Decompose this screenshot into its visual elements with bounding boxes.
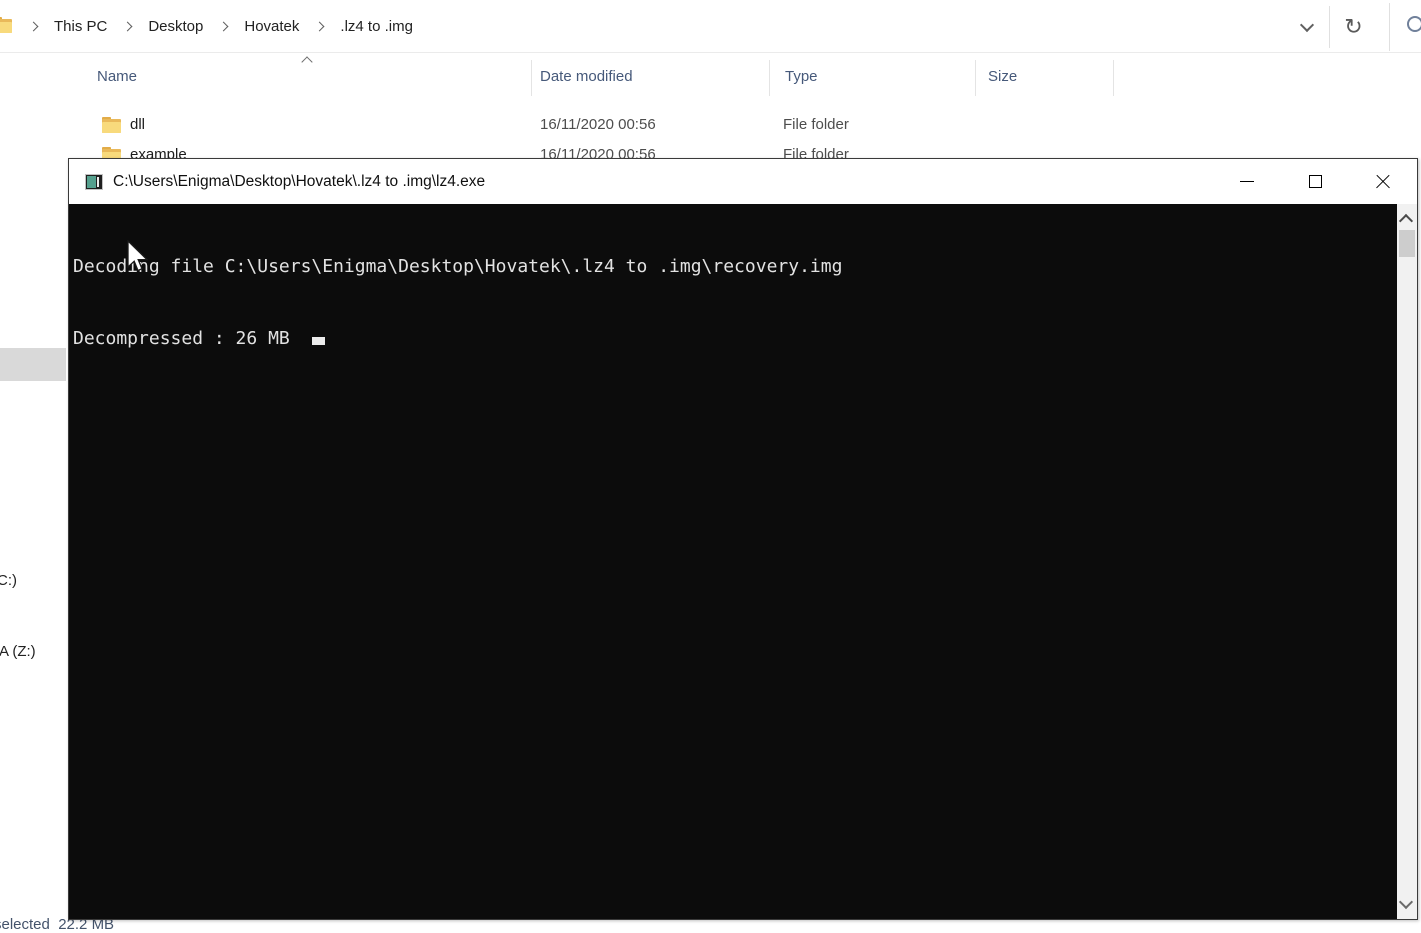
scrollbar-thumb[interactable]	[1399, 230, 1415, 257]
search-icon[interactable]	[1407, 16, 1421, 32]
breadcrumb-hovatek[interactable]: Hovatek	[244, 18, 299, 35]
console-icon	[85, 173, 103, 190]
console-scrollbar[interactable]	[1397, 204, 1417, 919]
address-dropdown-button[interactable]	[1285, 5, 1329, 49]
close-icon	[1375, 174, 1391, 190]
sort-ascending-icon	[301, 56, 313, 68]
column-header-type[interactable]: Type	[785, 68, 818, 85]
console-output-area: Decoding file C:\Users\Enigma\Desktop\Ho…	[69, 204, 1417, 919]
chevron-down-icon	[1299, 17, 1315, 32]
column-header-size[interactable]: Size	[988, 68, 1017, 85]
column-separator[interactable]	[531, 60, 532, 96]
breadcrumb: This PC Desktop Hovatek .lz4 to .img	[28, 0, 413, 52]
breadcrumb-this-pc[interactable]: This PC	[54, 18, 107, 35]
minimize-button[interactable]	[1213, 159, 1281, 204]
console-window: C:\Users\Enigma\Desktop\Hovatek\.lz4 to …	[68, 158, 1418, 920]
folder-icon	[102, 117, 121, 133]
nav-pane-drive-z-label[interactable]: A (Z:)	[0, 643, 36, 660]
file-row-dll[interactable]: dll 16/11/2020 00:56 File folder	[67, 110, 1114, 140]
block-cursor	[311, 337, 325, 345]
column-header-name[interactable]: Name	[97, 68, 137, 85]
maximize-icon	[1308, 175, 1322, 188]
arrow-pointer	[127, 240, 149, 272]
maximize-button[interactable]	[1281, 159, 1349, 204]
chevron-right-icon	[314, 21, 325, 31]
nav-pane-selected-item[interactable]	[0, 348, 66, 381]
toolbar-separator	[1389, 3, 1390, 51]
chevron-right-icon	[28, 21, 39, 31]
column-separator[interactable]	[975, 60, 976, 96]
address-bar: This PC Desktop Hovatek .lz4 to .img ↻	[0, 0, 1421, 53]
file-name: dll	[130, 116, 146, 133]
file-date-modified: 16/11/2020 00:56	[540, 116, 656, 133]
chevron-right-icon	[218, 21, 229, 31]
nav-pane-drive-c-label[interactable]: C:)	[0, 572, 17, 589]
refresh-icon: ↻	[1344, 14, 1363, 39]
close-button[interactable]	[1349, 159, 1417, 204]
console-window-title: C:\Users\Enigma\Desktop\Hovatek\.lz4 to …	[113, 172, 486, 190]
console-output-line: Decompressed : 26 MB	[73, 328, 290, 349]
breadcrumb-lz4-to-img[interactable]: .lz4 to .img	[340, 18, 413, 35]
folder-icon	[0, 17, 12, 33]
minimize-icon	[1240, 181, 1254, 182]
chevron-down-icon[interactable]	[1398, 894, 1414, 910]
file-type: File folder	[783, 116, 849, 133]
column-header-row: Name Date modified Type Size	[0, 53, 1421, 101]
column-separator[interactable]	[1113, 60, 1114, 96]
chevron-right-icon	[122, 21, 133, 31]
console-title-bar[interactable]: C:\Users\Enigma\Desktop\Hovatek\.lz4 to …	[69, 159, 1417, 204]
chevron-up-icon[interactable]	[1398, 213, 1414, 229]
window-controls	[1213, 159, 1417, 204]
refresh-button[interactable]: ↻	[1330, 5, 1377, 49]
console-output-line: Decoding file C:\Users\Enigma\Desktop\Ho…	[73, 256, 843, 277]
breadcrumb-desktop[interactable]: Desktop	[148, 18, 203, 35]
column-separator[interactable]	[769, 60, 770, 96]
column-header-date-modified[interactable]: Date modified	[540, 68, 633, 85]
